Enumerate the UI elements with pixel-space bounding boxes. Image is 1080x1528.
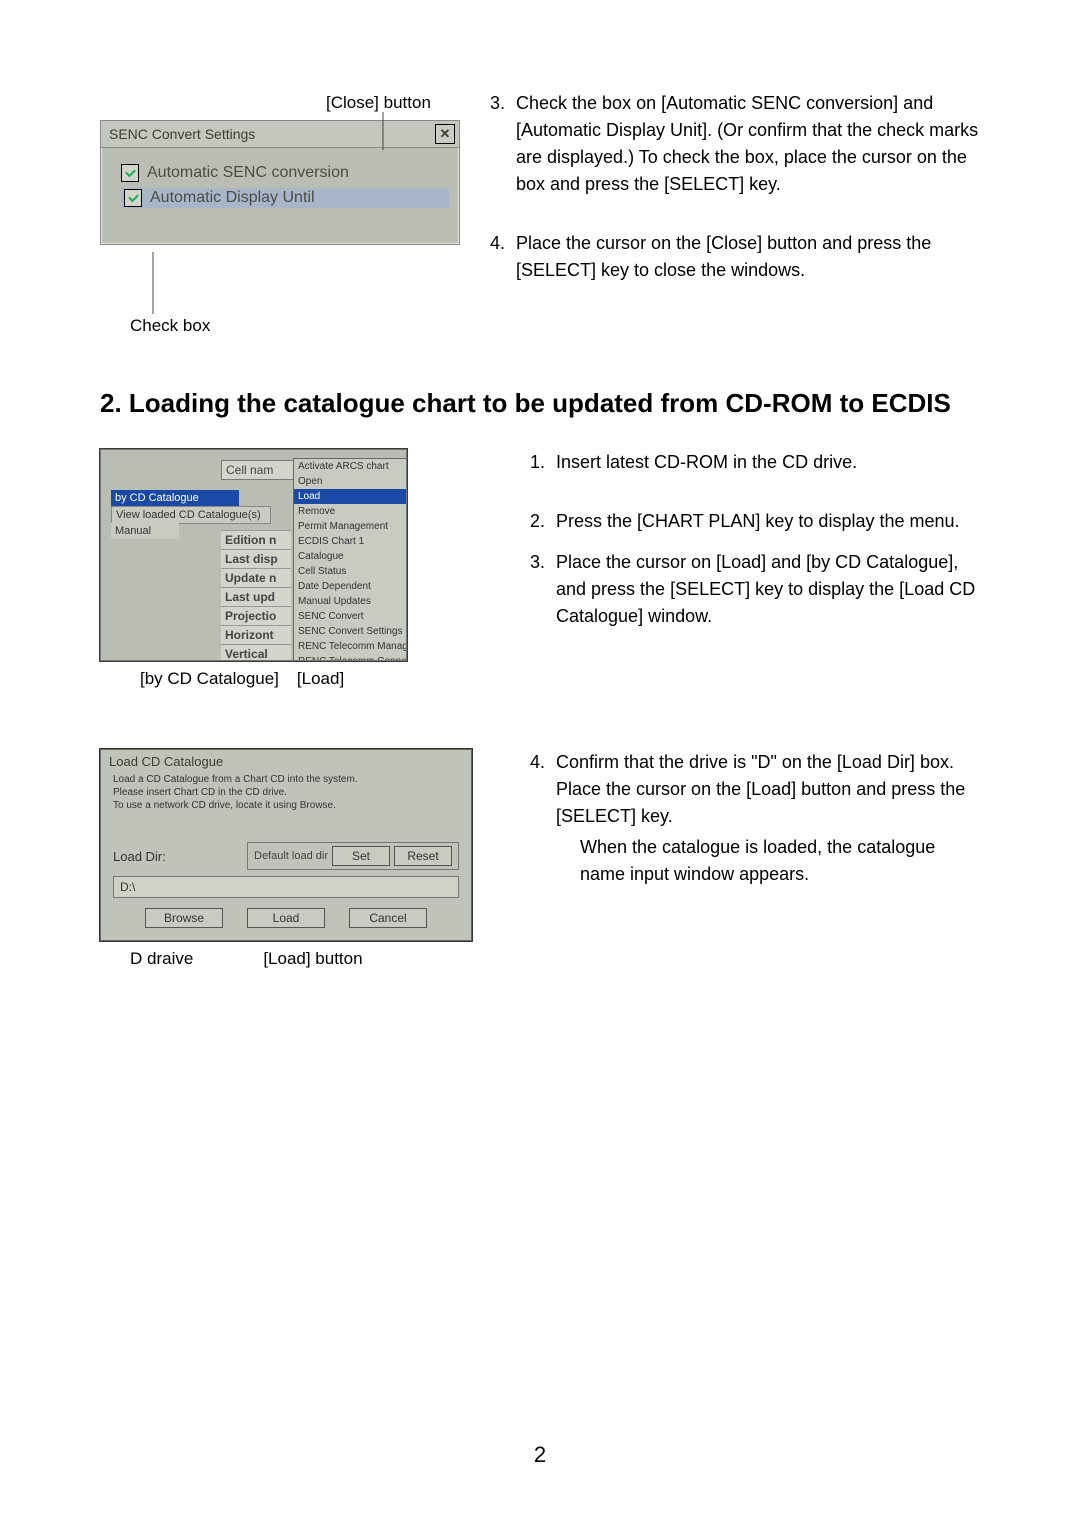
submenu-item[interactable]: Open bbox=[294, 474, 406, 489]
dialog2-title: Load CD Catalogue bbox=[101, 750, 471, 773]
reset-button[interactable]: Reset bbox=[394, 846, 452, 866]
checkbox-icon[interactable] bbox=[121, 164, 139, 182]
submenu-item[interactable]: Catalogue bbox=[294, 549, 406, 564]
auto-senc-checkbox-row[interactable]: Automatic SENC conversion bbox=[121, 164, 449, 182]
dialog2-instructions: Load a CD Catalogue from a Chart CD into… bbox=[101, 773, 471, 842]
submenu-item[interactable]: Cell Status bbox=[294, 564, 406, 579]
submenu-item[interactable]: Manual Updates bbox=[294, 594, 406, 609]
submenu-item[interactable]: Permit Management bbox=[294, 519, 406, 534]
menu-manual[interactable]: Manual bbox=[111, 523, 179, 539]
row-vertical: Vertical bbox=[221, 644, 291, 661]
checkbox-callout: Check box bbox=[130, 315, 210, 337]
step-3-mid: 3. Place the cursor on [Load] and [by CD… bbox=[530, 549, 980, 630]
menu-by-cd-catalogue[interactable]: by CD Catalogue bbox=[111, 490, 239, 506]
section-heading: 2. Loading the catalogue chart to be upd… bbox=[100, 388, 980, 419]
caption-load: [Load] bbox=[297, 669, 344, 689]
caption-d-drive: D draive bbox=[130, 949, 193, 969]
caption-by-cd: [by CD Catalogue] bbox=[140, 669, 279, 689]
row-horizont: Horizont bbox=[221, 625, 291, 644]
load-dir-label: Load Dir: bbox=[113, 849, 166, 864]
caption-load-button: [Load] button bbox=[263, 949, 362, 969]
submenu-item[interactable]: RENC Telecomm Manager bbox=[294, 639, 406, 654]
auto-display-label: Automatic Display Until bbox=[150, 189, 315, 207]
menu-view-loaded[interactable]: View loaded CD Catalogue(s) bbox=[111, 506, 271, 524]
close-icon[interactable]: ✕ bbox=[435, 124, 455, 144]
checkbox-icon[interactable] bbox=[124, 189, 142, 207]
row-update: Update n bbox=[221, 568, 291, 587]
chart-plan-menu-screenshot: Cell nam by CD Catalogue View loaded CD … bbox=[100, 449, 407, 661]
submenu-item[interactable]: Activate ARCS chart bbox=[294, 459, 406, 474]
submenu-item[interactable]: Date Dependent bbox=[294, 579, 406, 594]
row-edition: Edition n bbox=[221, 530, 291, 549]
submenu-item[interactable]: Remove bbox=[294, 504, 406, 519]
submenu-item[interactable]: ECDIS Chart 1 bbox=[294, 534, 406, 549]
load-cd-catalogue-dialog: Load CD Catalogue Load a CD Catalogue fr… bbox=[100, 749, 472, 941]
load-button[interactable]: Load bbox=[247, 908, 325, 928]
row-lastdisp: Last disp bbox=[221, 549, 291, 568]
auto-senc-label: Automatic SENC conversion bbox=[147, 164, 349, 182]
submenu-item-load[interactable]: Load bbox=[294, 489, 406, 504]
page-number: 2 bbox=[0, 1442, 1080, 1468]
browse-button[interactable]: Browse bbox=[145, 908, 223, 928]
step-1: 1. Insert latest CD-ROM in the CD drive. bbox=[530, 449, 980, 476]
drive-field[interactable]: D:\ bbox=[113, 876, 459, 898]
row-lastupd: Last upd bbox=[221, 587, 291, 606]
cell-name-box: Cell nam bbox=[221, 460, 301, 480]
step-4: 4. Place the cursor on the [Close] butto… bbox=[490, 230, 980, 284]
submenu-item[interactable]: RENC Telecomm Connect bbox=[294, 654, 406, 661]
dialog-title: SENC Convert Settings bbox=[109, 126, 255, 142]
submenu-item[interactable]: SENC Convert Settings bbox=[294, 624, 406, 639]
default-load-dir-group: Default load dir Set Reset bbox=[247, 842, 459, 870]
step-2: 2. Press the [CHART PLAN] key to display… bbox=[530, 508, 980, 535]
step-3: 3. Check the box on [Automatic SENC conv… bbox=[490, 90, 980, 198]
auto-display-checkbox-row[interactable]: Automatic Display Until bbox=[121, 188, 449, 208]
step-4-bottom: 4. Confirm that the drive is "D" on the … bbox=[530, 749, 980, 888]
set-button[interactable]: Set bbox=[332, 846, 390, 866]
senc-convert-settings-dialog: SENC Convert Settings ✕ Automatic SENC c… bbox=[100, 120, 460, 245]
row-projection: Projectio bbox=[221, 606, 291, 625]
close-callout: [Close] button bbox=[326, 92, 431, 114]
submenu-item[interactable]: SENC Convert bbox=[294, 609, 406, 624]
cancel-button[interactable]: Cancel bbox=[349, 908, 427, 928]
submenu: Activate ARCS chart Open Load Remove Per… bbox=[293, 458, 407, 661]
